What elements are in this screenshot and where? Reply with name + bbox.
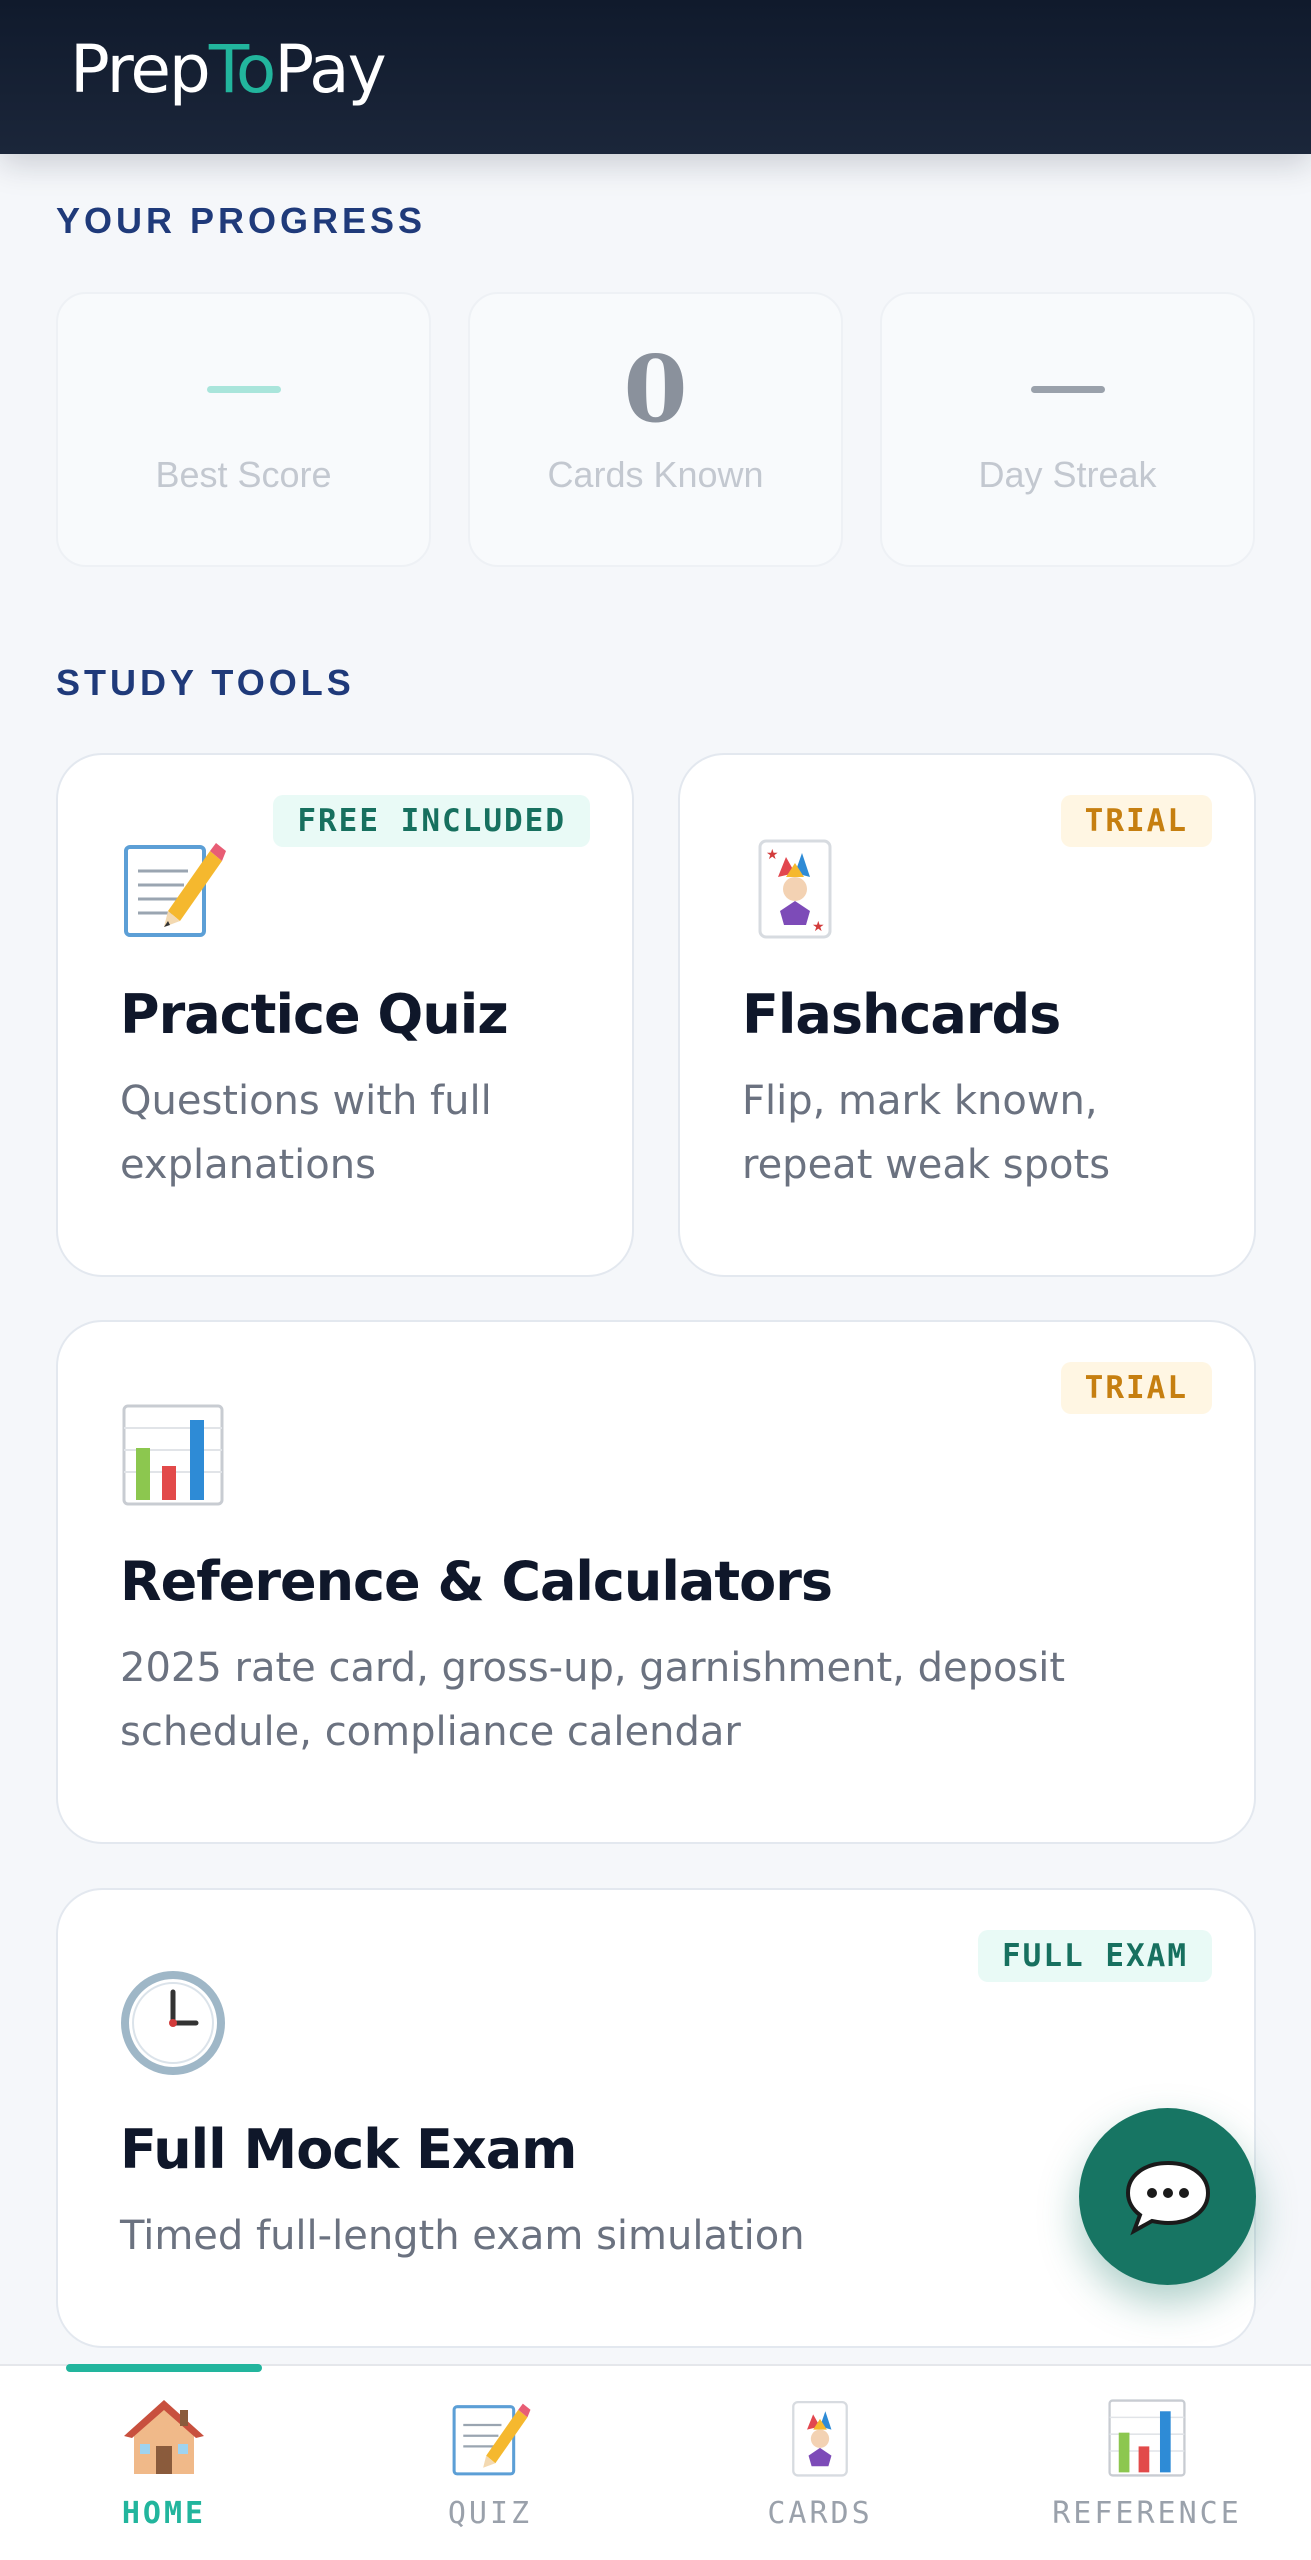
nav-cards-label: CARDS	[767, 2496, 873, 2531]
reference-calculators-title: Reference & Calculators	[120, 1550, 833, 1613]
reference-calculators-card[interactable]: TRIAL Reference & Calculators 2025 rate …	[56, 1320, 1256, 1844]
stat-card-day-streak: Day Streak	[880, 292, 1255, 567]
trial-badge: TRIAL	[1060, 795, 1212, 847]
flashcards-description: Flip, mark known, repeat weak spots	[742, 1078, 1111, 1188]
nav-quiz[interactable]: QUIZ	[360, 2396, 620, 2536]
nav-reference-label: REFERENCE	[1052, 2496, 1242, 2531]
practice-quiz-description: Questions with full explanations	[120, 1078, 492, 1188]
stat-label: Best Score	[155, 454, 332, 495]
chat-button[interactable]	[1079, 2108, 1256, 2285]
full-mock-exam-title: Full Mock Exam	[120, 2118, 577, 2181]
house-icon	[124, 2400, 204, 2474]
svg-text:★: ★	[766, 847, 779, 863]
joker-card-icon	[792, 2400, 848, 2477]
free-included-badge: FREE INCLUDED	[273, 795, 590, 847]
full-mock-exam-card[interactable]: FULL EXAM Full Mock Exam Timed full-leng…	[56, 1888, 1256, 2348]
nav-quiz-label: QUIZ	[447, 2496, 533, 2531]
nav-cards[interactable]: CARDS	[690, 2396, 950, 2536]
progress-section-title: YOUR PROGRESS	[56, 200, 427, 241]
stat-card-best-score: Best Score	[56, 292, 431, 567]
bar-chart-icon	[1108, 2399, 1186, 2477]
day-streak-empty-dash	[1030, 385, 1105, 393]
joker-card-icon: ★ ★	[740, 833, 850, 943]
memo-pencil-icon	[452, 2403, 531, 2476]
trial-badge: TRIAL	[1060, 1362, 1212, 1414]
app-header: PrepToPay	[0, 0, 1311, 154]
study-tools-section-title: STUDY TOOLS	[56, 662, 355, 703]
chat-bubble-icon	[1125, 2160, 1210, 2235]
stat-label: Day Streak	[978, 454, 1157, 495]
full-exam-badge: FULL EXAM	[978, 1930, 1212, 1982]
active-tab-indicator	[66, 2364, 262, 2372]
cards-known-value: 0	[623, 335, 688, 443]
svg-text:★: ★	[812, 919, 825, 935]
bar-chart-icon	[118, 1400, 228, 1510]
nav-home[interactable]: HOME	[34, 2396, 294, 2536]
reference-calculators-description: 2025 rate card, gross-up, garnishment, d…	[120, 1645, 1066, 1755]
clock-icon	[118, 1968, 228, 2078]
stat-label: Cards Known	[547, 454, 764, 495]
nav-reference[interactable]: REFERENCE	[1017, 2396, 1277, 2536]
nav-home-label: HOME	[121, 2496, 207, 2531]
app-logo[interactable]: PrepToPay	[70, 30, 387, 110]
flashcards-title: Flashcards	[742, 983, 1061, 1046]
best-score-empty-dash	[206, 385, 281, 393]
memo-pencil-icon	[118, 833, 228, 943]
bottom-navigation: HOME QUIZ CARDS REFERENCE	[0, 2364, 1311, 2560]
practice-quiz-title: Practice Quiz	[120, 983, 509, 1046]
stat-card-cards-known: 0 Cards Known	[468, 292, 843, 567]
full-mock-exam-description: Timed full-length exam simulation	[120, 2213, 805, 2259]
flashcards-card[interactable]: TRIAL ★ ★ Flashcards Flip, mark known, r…	[678, 753, 1256, 1277]
practice-quiz-card[interactable]: FREE INCLUDED Practice Quiz Questions wi…	[56, 753, 634, 1277]
